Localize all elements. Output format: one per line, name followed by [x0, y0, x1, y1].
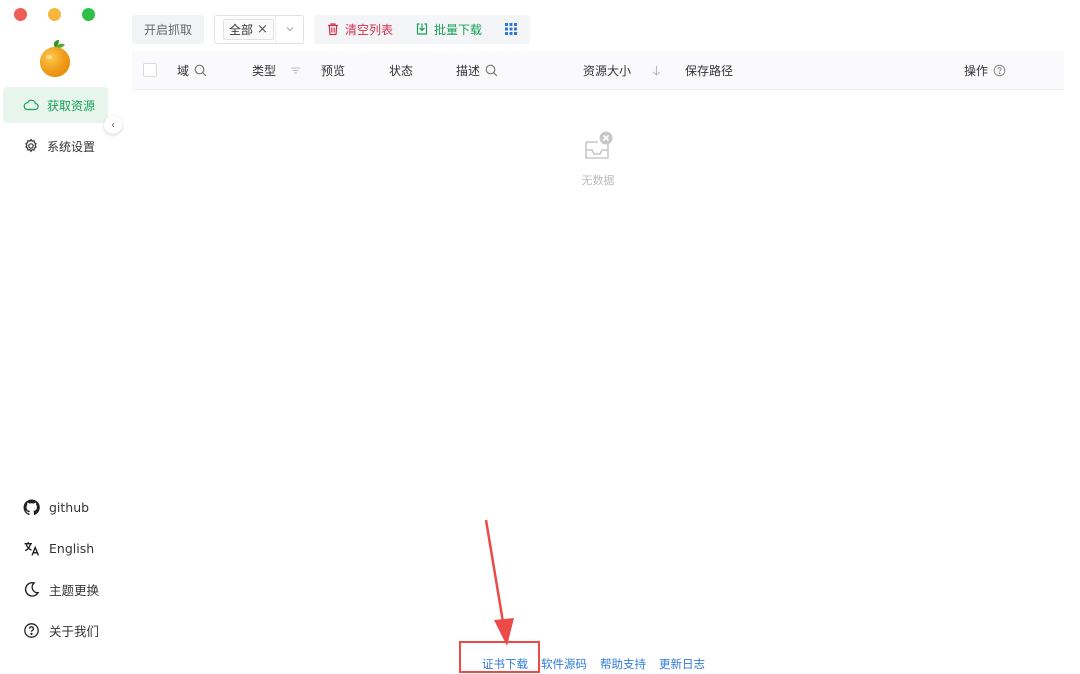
column-label: 操作 — [964, 64, 989, 78]
resource-table-header: 域 类型 预览 状态 描述 资源大小 保存路径 操作 — [132, 51, 1064, 90]
select-all-checkbox[interactable] — [143, 63, 157, 77]
grid-menu-button[interactable] — [504, 22, 518, 36]
column-label: 描述 — [456, 64, 481, 78]
cloud-icon — [23, 99, 39, 111]
chevron-left-icon: ‹ — [111, 119, 115, 131]
column-label: 状态 — [389, 64, 414, 78]
source-code-link[interactable]: 软件源码 — [541, 656, 587, 672]
sidebar-link-language[interactable]: English — [3, 532, 108, 564]
column-header-size: 资源大小 — [583, 51, 663, 90]
changelog-link[interactable]: 更新日志 — [659, 656, 705, 672]
close-icon[interactable]: × — [257, 22, 268, 37]
sidebar-item-settings[interactable]: 系统设置 — [3, 128, 108, 164]
column-label: 保存路径 — [685, 64, 734, 78]
help-icon — [24, 622, 39, 638]
column-label: 域 — [177, 64, 190, 78]
github-icon — [23, 499, 40, 515]
toolbar: 开启抓取 全部 × 清空列表 批量下载 — [132, 14, 531, 44]
sidebar-link-about[interactable]: 关于我们 — [3, 614, 108, 646]
sidebar-link-theme[interactable]: 主题更换 — [3, 573, 108, 605]
sidebar-link-label: 关于我们 — [49, 623, 100, 639]
column-header-save-path: 保存路径 — [685, 51, 733, 90]
type-filter-select[interactable]: 全部 × — [214, 14, 305, 44]
empty-state-text: 无数据 — [581, 174, 615, 187]
collapse-sidebar-button[interactable]: ‹ — [104, 116, 122, 134]
column-header-domain: 域 — [177, 51, 207, 90]
moon-icon — [24, 581, 40, 597]
sort-arrow-icon[interactable] — [650, 64, 663, 77]
filter-icon[interactable] — [289, 64, 302, 77]
orange-logo-icon — [40, 40, 70, 77]
help-icon[interactable] — [993, 64, 1006, 77]
clear-list-button[interactable]: 清空列表 — [326, 21, 393, 38]
chevron-down-icon[interactable] — [275, 15, 303, 43]
filter-tag: 全部 × — [223, 18, 274, 40]
search-icon[interactable] — [485, 64, 498, 77]
column-label: 类型 — [252, 64, 277, 78]
column-label: 资源大小 — [583, 64, 632, 78]
sidebar-link-label: github — [49, 499, 90, 515]
column-label: 预览 — [321, 64, 346, 78]
action-button-group: 清空列表 批量下载 — [314, 14, 531, 44]
footer-links: 证书下载 软件源码 帮助支持 更新日志 — [482, 656, 705, 672]
sidebar-link-label: 主题更换 — [49, 582, 100, 598]
annotation-arrow — [484, 519, 514, 646]
download-icon — [416, 23, 428, 35]
certificate-download-link[interactable]: 证书下载 — [482, 656, 528, 672]
batch-download-label: 批量下载 — [434, 22, 483, 37]
start-capture-button[interactable]: 开启抓取 — [132, 14, 205, 44]
sidebar: 获取资源 系统设置 ‹ github English 主题更换 关于我们 — [0, 0, 122, 674]
trash-icon — [328, 23, 339, 36]
column-header-actions: 操作 — [964, 51, 1006, 90]
gear-icon — [25, 138, 37, 153]
empty-box-icon — [585, 131, 613, 159]
search-icon[interactable] — [194, 64, 207, 77]
sidebar-item-label: 系统设置 — [47, 139, 96, 154]
translate-icon — [24, 541, 40, 556]
batch-download-button[interactable]: 批量下载 — [415, 21, 482, 38]
column-header-status: 状态 — [389, 51, 413, 90]
empty-state: 无数据 — [560, 130, 636, 188]
sidebar-item-label: 获取资源 — [47, 98, 96, 113]
help-support-link[interactable]: 帮助支持 — [600, 656, 646, 672]
clear-list-label: 清空列表 — [345, 22, 394, 37]
sidebar-item-get-resources[interactable]: 获取资源 — [3, 87, 108, 123]
column-header-preview: 预览 — [321, 51, 345, 90]
column-header-type: 类型 — [252, 51, 302, 90]
grid-icon — [505, 23, 518, 35]
column-header-description: 描述 — [456, 51, 498, 90]
sidebar-link-github[interactable]: github — [3, 491, 108, 523]
filter-tag-label: 全部 — [229, 22, 254, 37]
sidebar-link-label: English — [49, 540, 95, 556]
